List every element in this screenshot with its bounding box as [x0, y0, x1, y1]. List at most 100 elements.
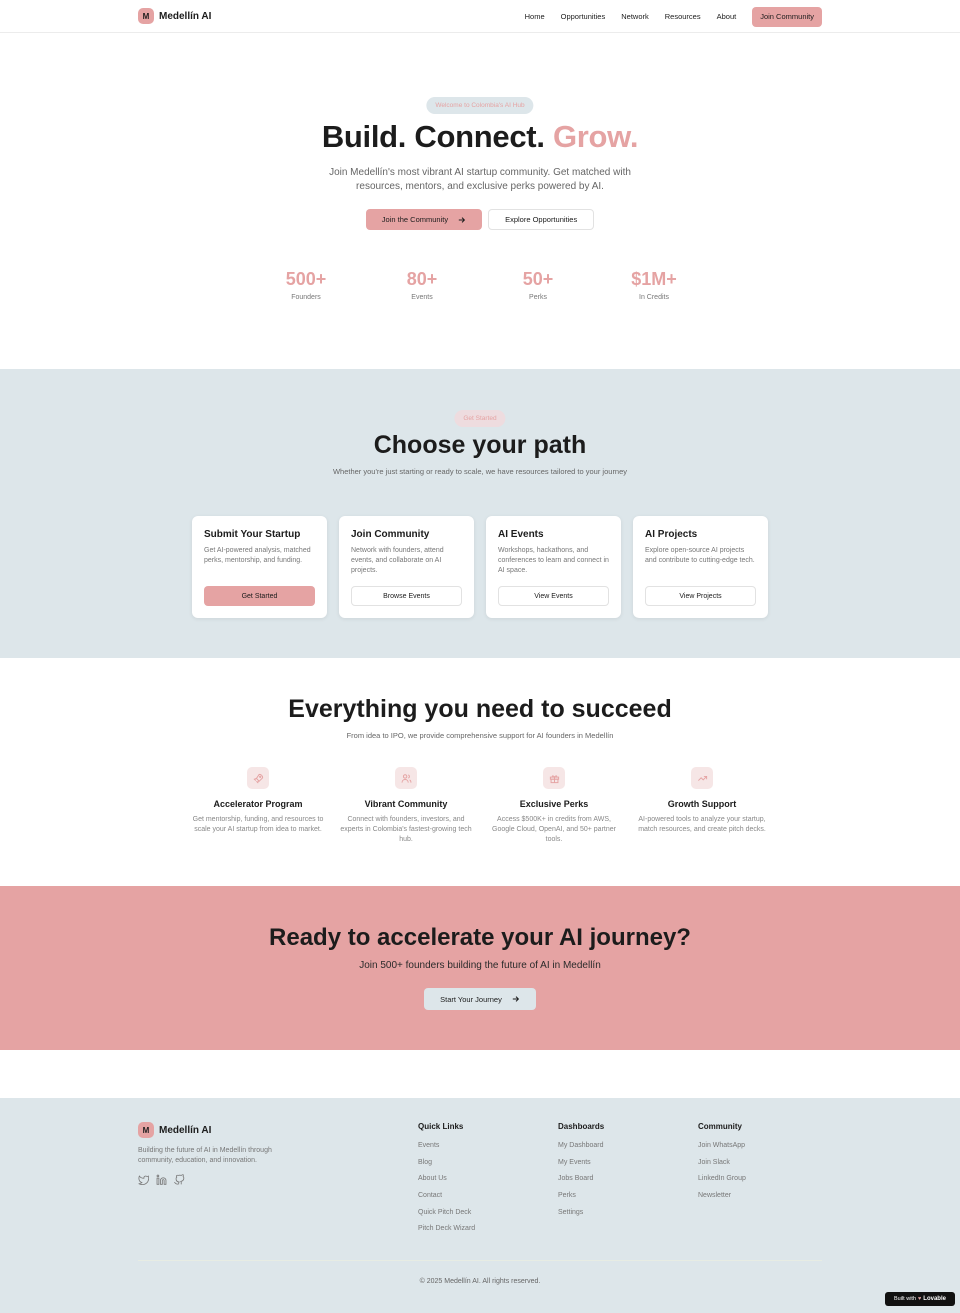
- footer-link-newsletter[interactable]: Newsletter: [698, 1192, 818, 1209]
- hero-title-main: Build. Connect.: [321, 119, 545, 154]
- feature-accelerator: Accelerator Program Get mentorship, fund…: [184, 767, 332, 845]
- footer-link-my-dashboard[interactable]: My Dashboard: [558, 1142, 678, 1159]
- github-icon[interactable]: [174, 1174, 185, 1185]
- rocket-icon: [247, 767, 269, 789]
- footer-link-jobs-board[interactable]: Jobs Board: [558, 1175, 678, 1192]
- card-title: Submit Your Startup: [204, 529, 301, 540]
- nav-link-about[interactable]: About: [717, 12, 737, 21]
- twitter-icon[interactable]: [138, 1174, 149, 1185]
- footer-link-perks[interactable]: Perks: [558, 1192, 678, 1209]
- footer-link-my-events[interactable]: My Events: [558, 1159, 678, 1176]
- footer: M Medellín AI Building the future of AI …: [0, 1098, 960, 1313]
- stat-label: Founders: [291, 294, 321, 301]
- feature-description: Access $500K+ in credits from AWS, Googl…: [492, 816, 616, 843]
- card-submit-startup: Submit Your Startup Get AI-powered analy…: [192, 516, 327, 618]
- join-the-community-button[interactable]: Join the Community: [365, 209, 483, 230]
- footer-link-events[interactable]: Events: [418, 1142, 538, 1159]
- stat-value: 500+: [285, 269, 327, 289]
- stat-founders: 500+ Founders: [248, 269, 364, 301]
- feature-description: Connect with founders, investors, and ex…: [340, 816, 472, 843]
- hero-title-accent: Grow.: [552, 119, 639, 154]
- cta-section: Ready to accelerate your AI journey? Joi…: [0, 886, 960, 1050]
- heart-icon: ♥: [918, 1296, 922, 1302]
- brand-mark-icon: M: [138, 1122, 154, 1138]
- card-title: Join Community: [351, 529, 430, 540]
- get-started-button[interactable]: Get Started: [204, 586, 315, 606]
- card-title: AI Events: [498, 529, 544, 540]
- hero-section: Welcome to Colombia's AI Hub Build. Conn…: [0, 33, 960, 369]
- card-title: AI Projects: [645, 529, 698, 540]
- feature-description: AI-powered tools to analyze your startup…: [638, 816, 766, 833]
- feature-title: Growth Support: [667, 799, 737, 809]
- nav-links: Home Opportunities Network Resources Abo…: [525, 0, 822, 33]
- feature-list: Accelerator Program Get mentorship, fund…: [184, 767, 776, 845]
- footer-column-title: Community: [698, 1122, 742, 1131]
- stat-credits: $1M+ In Credits: [596, 269, 712, 301]
- built-with-lovable-badge[interactable]: Built with ♥ Lovable: [885, 1292, 955, 1306]
- feature-community: Vibrant Community Connect with founders,…: [332, 767, 480, 845]
- linkedin-icon[interactable]: [156, 1174, 167, 1185]
- footer-link-settings[interactable]: Settings: [558, 1209, 678, 1226]
- stat-value: 80+: [406, 269, 438, 289]
- nav-link-network[interactable]: Network: [621, 12, 649, 21]
- join-community-button[interactable]: Join Community: [752, 6, 822, 27]
- nav-link-home[interactable]: Home: [525, 12, 545, 21]
- footer-divider: [138, 1260, 822, 1261]
- brand-name: Medellín AI: [159, 10, 212, 22]
- arrow-right-icon: [458, 216, 466, 223]
- brand-logo[interactable]: M Medellín AI: [138, 8, 211, 24]
- footer-link-about-us[interactable]: About Us: [418, 1175, 538, 1192]
- feature-title: Vibrant Community: [364, 799, 448, 809]
- footer-link-pitch-deck-wizard[interactable]: Pitch Deck Wizard: [418, 1225, 538, 1242]
- path-cards: Submit Your Startup Get AI-powered analy…: [192, 516, 768, 618]
- hero-title: Build. Connect. Grow.: [0, 119, 960, 155]
- footer-link-quick-pitch-deck[interactable]: Quick Pitch Deck: [418, 1209, 538, 1226]
- footer-brand[interactable]: M Medellín AI: [138, 1122, 211, 1138]
- start-your-journey-label: Start Your Journey: [440, 994, 502, 1004]
- hero-subtitle: Join Medellín's most vibrant AI startup …: [329, 167, 631, 192]
- footer-column-quick-links: Quick Links Events Blog About Us Contact…: [418, 1122, 538, 1242]
- users-icon: [395, 767, 417, 789]
- card-description: Network with founders, attend events, an…: [351, 547, 444, 574]
- start-your-journey-button[interactable]: Start Your Journey: [424, 988, 536, 1010]
- section-title: Choose your path: [373, 431, 587, 459]
- stats-row: 500+ Founders 80+ Events 50+ Perks $1M+ …: [248, 269, 712, 301]
- explore-opportunities-button[interactable]: Explore Opportunities: [488, 209, 595, 230]
- badge-prefix: Built with: [894, 1296, 917, 1302]
- copyright: © 2025 Medellín AI. All rights reserved.: [419, 1278, 541, 1285]
- top-navbar: M Medellín AI Home Opportunities Network…: [0, 0, 960, 33]
- view-projects-button[interactable]: View Projects: [645, 586, 756, 606]
- feature-title: Accelerator Program: [213, 799, 303, 809]
- nav-link-opportunities[interactable]: Opportunities: [561, 12, 606, 21]
- social-links: [138, 1174, 185, 1185]
- footer-link-join-slack[interactable]: Join Slack: [698, 1159, 818, 1176]
- stat-label: In Credits: [639, 294, 669, 301]
- nav-link-resources[interactable]: Resources: [665, 12, 701, 21]
- badge-name: Lovable: [923, 1296, 946, 1302]
- stat-value: $1M+: [631, 269, 677, 289]
- footer-link-contact[interactable]: Contact: [418, 1192, 538, 1209]
- hero-buttons: Join the Community Explore Opportunities: [0, 209, 960, 230]
- card-description: Get AI-powered analysis, matched perks, …: [204, 547, 311, 564]
- get-started-pill: Get Started: [454, 410, 506, 427]
- card-description: Explore open-source AI projects and cont…: [645, 547, 755, 564]
- cta-subtitle: Join 500+ founders building the future o…: [359, 960, 601, 971]
- features-section: Everything you need to succeed From idea…: [0, 658, 960, 886]
- footer-link-blog[interactable]: Blog: [418, 1159, 538, 1176]
- feature-perks: Exclusive Perks Access $500K+ in credits…: [480, 767, 628, 845]
- join-the-community-label: Join the Community: [381, 215, 449, 224]
- footer-link-join-whatsapp[interactable]: Join WhatsApp: [698, 1142, 818, 1159]
- arrow-right-icon: [512, 996, 519, 1002]
- browse-events-button[interactable]: Browse Events: [351, 586, 462, 606]
- stat-events: 80+ Events: [364, 269, 480, 301]
- card-join-community: Join Community Network with founders, at…: [339, 516, 474, 618]
- cta-title: Ready to accelerate your AI journey?: [269, 924, 691, 951]
- footer-column-title: Quick Links: [418, 1122, 464, 1131]
- card-description: Workshops, hackathons, and conferences t…: [498, 547, 609, 574]
- view-events-button[interactable]: View Events: [498, 586, 609, 606]
- feature-title: Exclusive Perks: [519, 799, 589, 809]
- brand-mark-icon: M: [138, 8, 154, 24]
- trending-up-icon: [691, 767, 713, 789]
- section-title: Everything you need to succeed: [288, 695, 672, 723]
- footer-link-linkedin-group[interactable]: LinkedIn Group: [698, 1175, 818, 1192]
